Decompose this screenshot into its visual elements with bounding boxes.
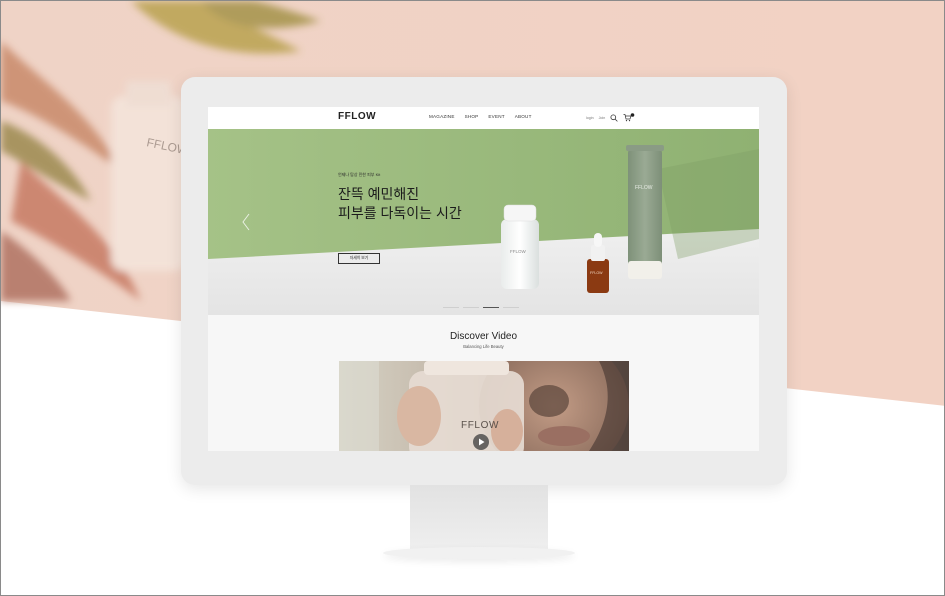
nav-item-about[interactable]: ABOUT [515, 114, 532, 119]
monitor-bezel: FFLOW MAGAZINE SHOP EVENT ABOUT login Jo… [181, 77, 787, 485]
slide-indicators [443, 307, 519, 308]
hero-title: 잔뜩 예민해진 피부를 다독이는 시간 [338, 186, 462, 221]
hero-banner: FFLOW FFLOW FFLOW 언제나 탐상 민한 피부 Kit 잔뜩 예민… [208, 129, 759, 315]
hero-detail-button[interactable]: 자세히 보기 [338, 253, 380, 264]
hero-subtitle: 언제나 탐상 민한 피부 Kit [338, 172, 381, 177]
slide-indicator[interactable] [443, 307, 459, 308]
slide-indicator-active[interactable] [483, 307, 499, 308]
dropper-brand: FFLOW [590, 271, 603, 275]
video-player[interactable]: FFLOW [339, 361, 629, 451]
hero-scene: FFLOW FFLOW FFLOW [208, 129, 759, 315]
presentation-frame: FFLOW FFLOW MAGAZINE SHOP EVENT ABOUT lo… [0, 0, 945, 596]
nav-item-event[interactable]: EVENT [488, 114, 504, 119]
jar-brand: FFLOW [510, 249, 527, 254]
site-header: FFLOW MAGAZINE SHOP EVENT ABOUT login Jo… [208, 107, 759, 129]
slide-indicator[interactable] [463, 307, 479, 308]
header-utilities: login Join [586, 113, 635, 122]
monitor-screen: FFLOW MAGAZINE SHOP EVENT ABOUT login Jo… [208, 107, 759, 451]
video-brand: FFLOW [461, 420, 499, 431]
play-button[interactable] [473, 434, 489, 450]
join-link[interactable]: Join [599, 116, 606, 120]
nav-item-magazine[interactable]: MAGAZINE [429, 114, 455, 119]
site-logo[interactable]: FFLOW [338, 111, 376, 122]
monitor-stand-base [383, 547, 575, 559]
discover-title: Discover Video [449, 331, 518, 342]
slide-indicator[interactable] [503, 307, 519, 308]
cart-icon[interactable] [623, 113, 635, 122]
tube-brand: FFLOW [635, 185, 653, 191]
discover-subtitle: Balancing Life Beauty [463, 344, 504, 349]
monitor-stand-neck [410, 485, 548, 551]
play-icon [479, 438, 485, 446]
login-link[interactable]: login [586, 116, 594, 120]
search-icon[interactable] [610, 113, 618, 122]
nav-item-shop[interactable]: SHOP [465, 114, 479, 119]
site-nav: MAGAZINE SHOP EVENT ABOUT [429, 114, 532, 119]
chevron-left-icon[interactable] [241, 213, 251, 231]
discover-section: Discover Video Balancing Life Beauty FFL… [208, 315, 759, 451]
